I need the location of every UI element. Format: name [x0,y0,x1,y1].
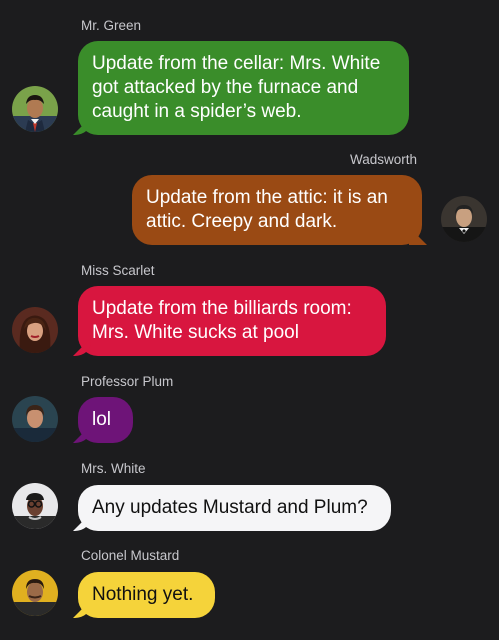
message-bubble[interactable]: Any updates Mustard and Plum? [78,485,391,531]
message-bubble[interactable]: Update from the cellar: Mrs. White got a… [78,41,409,135]
sender-name: Mrs. White [81,461,146,476]
mr-green-avatar-icon[interactable] [12,86,58,132]
message-text: Update from the billiards room: Mrs. Whi… [92,298,352,343]
miss-scarlet-avatar-icon[interactable] [12,307,58,353]
mrs-white-avatar-icon[interactable] [12,483,58,529]
sender-name: Mr. Green [81,18,142,33]
message-text: Update from the attic: it is an attic. C… [146,187,388,232]
message-text: Update from the cellar: Mrs. White got a… [92,53,381,122]
message-bubble[interactable]: Nothing yet. [78,572,215,618]
message-text: Nothing yet. [92,584,194,605]
message-bubble[interactable]: Update from the attic: it is an attic. C… [132,175,422,245]
sender-name: Wadsworth [349,152,417,167]
message-bubble[interactable]: lol [78,397,133,443]
wadsworth-avatar-icon[interactable] [441,196,487,242]
sender-name: Colonel Mustard [81,548,180,563]
chat-thread[interactable]: Mr. Green Update from the cellar: Mrs. W… [0,0,499,640]
message-text: lol [92,409,112,430]
message-text: Any updates Mustard and Plum? [92,497,368,518]
professor-plum-avatar-icon[interactable] [12,396,58,442]
message-bubble[interactable]: Update from the billiards room: Mrs. Whi… [78,286,386,356]
sender-name: Professor Plum [81,374,174,389]
sender-name: Miss Scarlet [81,263,155,278]
colonel-mustard-avatar-icon[interactable] [12,570,58,616]
